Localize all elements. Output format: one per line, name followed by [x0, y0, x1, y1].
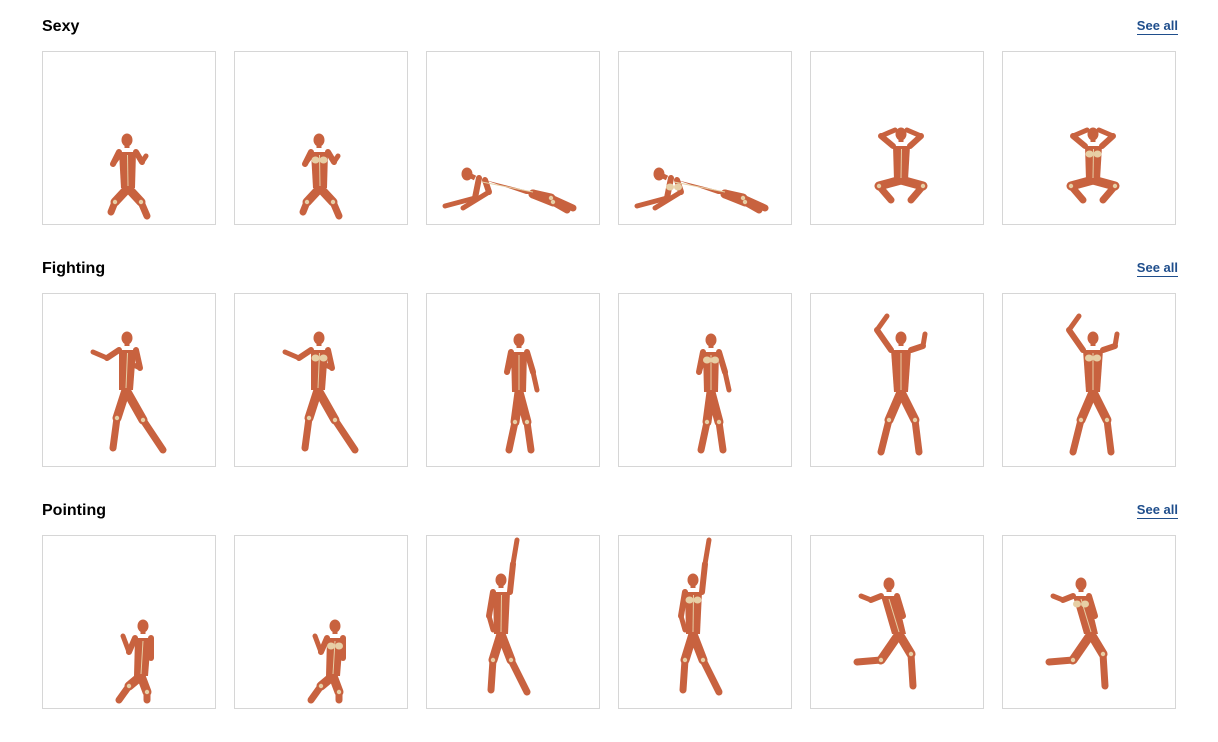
- muscle-figure-icon: [874, 313, 928, 456]
- section-pointing: Pointing See all: [0, 501, 1218, 713]
- section-title: Sexy: [42, 18, 80, 35]
- muscle-figure-icon: [1045, 577, 1109, 690]
- muscle-figure-icon: [299, 133, 343, 220]
- muscle-figure-icon: [874, 127, 928, 204]
- muscle-figure-icon: [504, 333, 540, 454]
- pose-thumbnail[interactable]: [42, 51, 216, 225]
- see-all-link[interactable]: See all: [1136, 502, 1178, 519]
- pose-thumbnail[interactable]: [234, 535, 408, 709]
- section-fighting: Fighting See all: [0, 259, 1218, 471]
- muscle-figure-icon: [486, 537, 531, 696]
- pose-thumbnail[interactable]: [618, 51, 792, 225]
- pose-thumbnail[interactable]: [618, 535, 792, 709]
- pose-thumbnail[interactable]: [426, 293, 600, 467]
- section-title: Pointing: [42, 502, 106, 519]
- pose-thumbnail[interactable]: [426, 51, 600, 225]
- pose-thumbnail[interactable]: [810, 535, 984, 709]
- pose-thumbnail[interactable]: [1002, 293, 1176, 467]
- muscle-figure-icon: [696, 333, 732, 454]
- pose-thumbnail[interactable]: [42, 293, 216, 467]
- muscle-figure-icon: [1066, 127, 1120, 204]
- muscle-figure-icon: [90, 331, 167, 454]
- muscle-figure-icon: [107, 133, 151, 220]
- pose-thumbnail[interactable]: [810, 51, 984, 225]
- muscle-figure-icon: [307, 619, 346, 704]
- muscle-figure-icon: [442, 167, 577, 214]
- pose-thumbnail[interactable]: [42, 535, 216, 709]
- section-sexy: Sexy See all: [0, 17, 1218, 229]
- muscle-figure-icon: [853, 577, 917, 690]
- muscle-figure-icon: [634, 167, 769, 214]
- pose-thumbnail[interactable]: [618, 293, 792, 467]
- section-title: Fighting: [42, 260, 106, 277]
- muscle-figure-icon: [1066, 313, 1120, 456]
- pose-thumbnail[interactable]: [1002, 51, 1176, 225]
- muscle-figure-icon: [115, 619, 154, 704]
- muscle-figure-icon: [282, 331, 359, 454]
- pose-thumbnail[interactable]: [234, 51, 408, 225]
- pose-thumbnail[interactable]: [1002, 535, 1176, 709]
- see-all-link[interactable]: See all: [1136, 18, 1178, 35]
- see-all-link[interactable]: See all: [1136, 260, 1178, 277]
- pose-thumbnail[interactable]: [234, 293, 408, 467]
- pose-thumbnail[interactable]: [810, 293, 984, 467]
- muscle-figure-icon: [678, 537, 723, 696]
- pose-thumbnail[interactable]: [426, 535, 600, 709]
